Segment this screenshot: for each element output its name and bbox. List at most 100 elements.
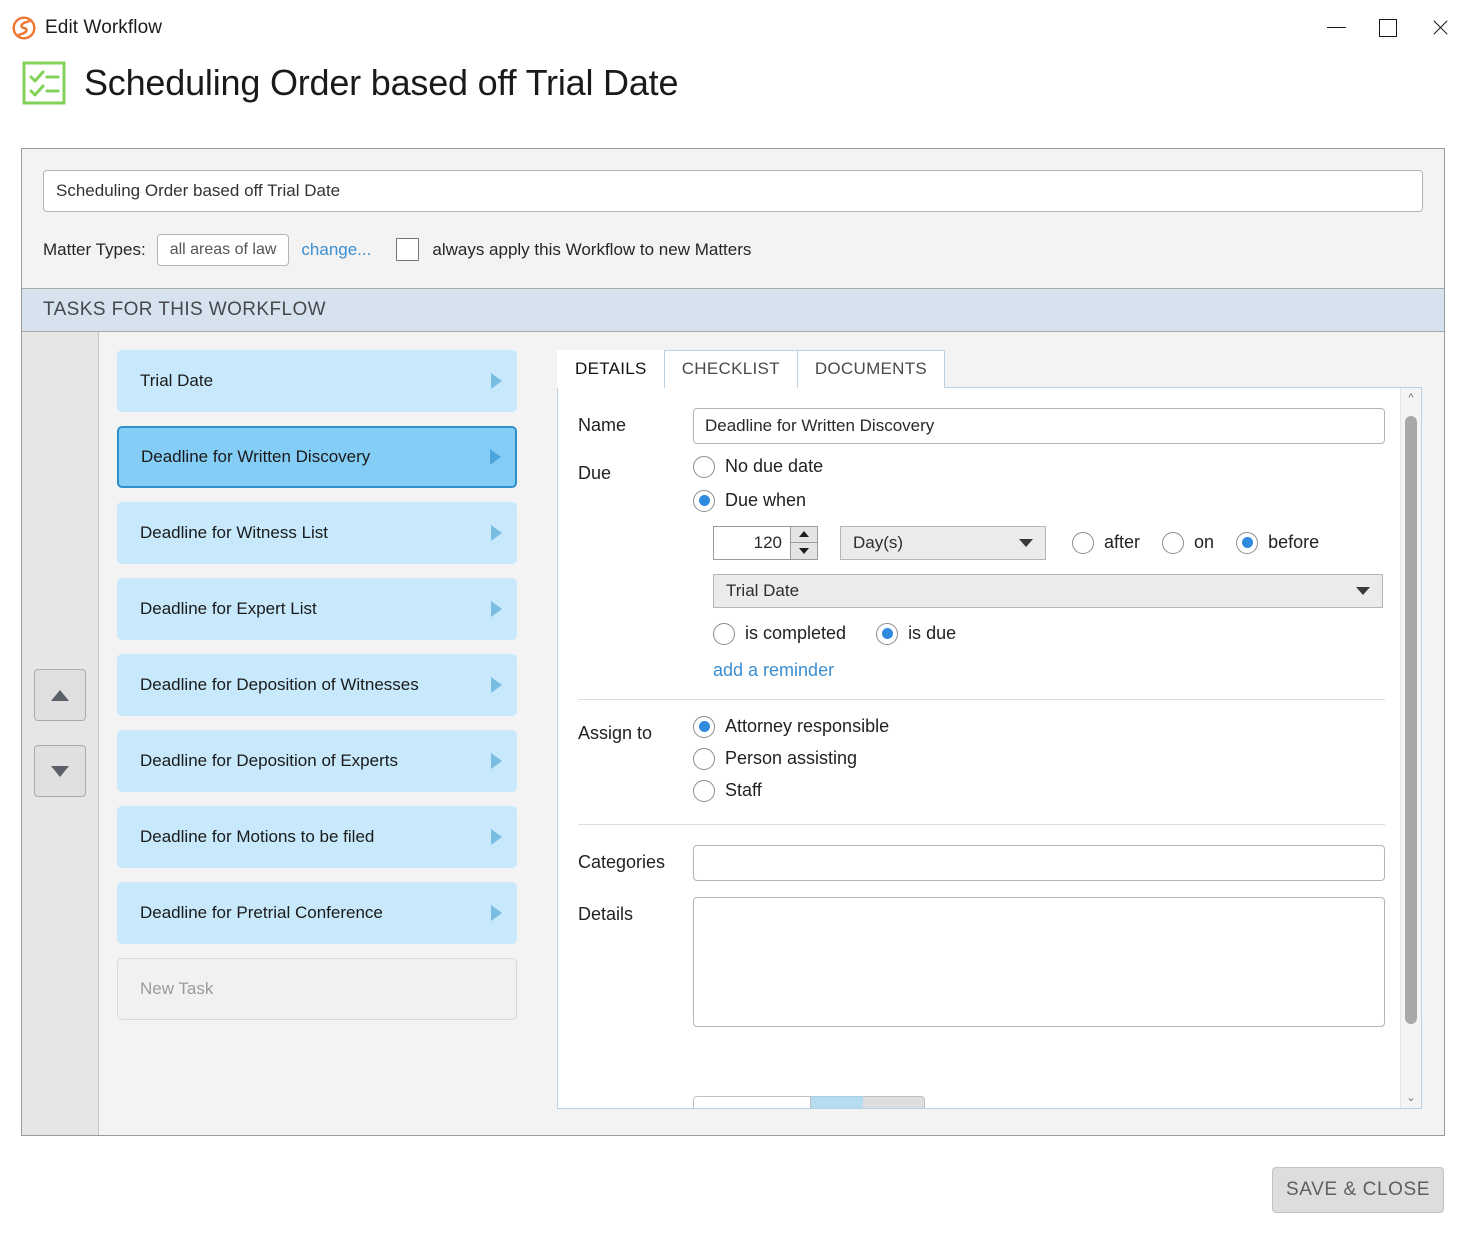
task-reorder-column	[22, 331, 99, 1135]
scroll-down-button[interactable]: ⌄	[1401, 1088, 1421, 1108]
assign-to-row: Assign to Attorney responsible Person ass…	[558, 715, 1421, 802]
due-relation-radio[interactable]	[1236, 531, 1259, 554]
due-state-option[interactable]: is due	[876, 622, 956, 645]
due-when-option[interactable]: Due when	[693, 489, 1385, 512]
maximize-button[interactable]	[1362, 8, 1414, 48]
due-relation-label: before	[1268, 532, 1320, 553]
workflow-name-input[interactable]	[43, 170, 1423, 212]
detail-tabs: DETAILS CHECKLIST DOCUMENTS	[557, 349, 1422, 388]
categories-row: Categories	[558, 844, 1421, 881]
due-when-label: Due when	[725, 490, 807, 511]
assign-to-radio[interactable]	[693, 779, 715, 802]
task-list-item[interactable]: Deadline for Written Discovery	[117, 425, 517, 488]
due-state-radio[interactable]	[713, 622, 735, 645]
due-relation-option[interactable]: before	[1236, 531, 1320, 554]
scroll-up-button[interactable]: ^	[1401, 388, 1421, 408]
due-anchor-select[interactable]: Trial Date	[713, 573, 1383, 608]
tab-documents[interactable]: DOCUMENTS	[796, 349, 946, 388]
no-due-date-label: No due date	[725, 456, 824, 477]
segment-highlighted[interactable]	[811, 1095, 863, 1108]
app-logo-icon	[9, 13, 39, 43]
assign-to-radio[interactable]	[693, 715, 715, 738]
categories-label: Categories	[578, 851, 666, 872]
scrollbar-track[interactable]	[1401, 408, 1421, 1088]
details-textarea[interactable]	[693, 896, 1385, 1027]
tasks-section-header: TASKS FOR THIS WORKFLOW	[22, 287, 1444, 332]
due-unit-select[interactable]: Day(s)	[840, 525, 1046, 560]
chevron-right-icon	[491, 600, 502, 617]
dialog-footer: SAVE & CLOSE	[0, 1140, 1466, 1240]
matter-types-value: all areas of law	[156, 234, 290, 266]
task-name-input[interactable]	[693, 407, 1385, 444]
window-title: Edit Workflow	[45, 16, 163, 38]
add-reminder-link[interactable]: add a reminder	[713, 660, 1385, 681]
due-offset-stepper[interactable]: 120	[713, 525, 818, 560]
due-offset-increment-button[interactable]	[791, 526, 817, 543]
window-title-bar: Edit Workflow	[0, 0, 1466, 55]
segment-last[interactable]	[863, 1095, 925, 1108]
detail-panel-inner: Name Due No due date	[558, 387, 1421, 1108]
due-offset-decrement-button[interactable]	[791, 542, 817, 559]
workflow-editor-frame: Matter Types: all areas of law change...…	[21, 148, 1445, 1136]
task-list-item[interactable]: Deadline for Witness List	[117, 501, 517, 564]
segment-first[interactable]	[693, 1095, 811, 1108]
task-list-item[interactable]: Deadline for Expert List	[117, 577, 517, 640]
tab-details[interactable]: DETAILS	[557, 349, 665, 388]
tasks-section-title: TASKS FOR THIS WORKFLOW	[43, 298, 326, 320]
change-matter-types-link[interactable]: change...	[301, 240, 371, 260]
assign-to-label: Attorney responsible	[725, 716, 890, 737]
assign-to-option[interactable]: Person assisting	[693, 747, 1385, 770]
task-list-item[interactable]: Deadline for Deposition of Experts	[117, 729, 517, 792]
due-state-radio[interactable]	[876, 622, 899, 645]
move-task-down-button[interactable]	[34, 745, 86, 798]
due-when-radio[interactable]	[693, 489, 715, 512]
task-list-item[interactable]: Deadline for Pretrial Conference	[117, 881, 517, 944]
clipped-segmented-control[interactable]	[693, 1095, 925, 1108]
chevron-down-icon	[1356, 586, 1370, 595]
due-relation-radio[interactable]	[1072, 531, 1094, 554]
chevron-right-icon	[491, 904, 502, 921]
chevron-right-icon	[490, 448, 501, 465]
close-button[interactable]	[1414, 8, 1466, 48]
chevron-right-icon	[491, 372, 502, 389]
task-item-label: Deadline for Deposition of Witnesses	[140, 674, 419, 694]
task-list-item[interactable]: Deadline for Deposition of Witnesses	[117, 653, 517, 716]
task-item-label: New Task	[140, 978, 214, 998]
name-label: Name	[578, 414, 627, 435]
matter-types-row: Matter Types: all areas of law change...…	[43, 234, 1423, 288]
categories-input[interactable]	[693, 844, 1385, 881]
assign-to-option[interactable]: Staff	[693, 779, 1385, 802]
assign-to-radio[interactable]	[693, 747, 715, 770]
workflow-form-top: Matter Types: all areas of law change...…	[22, 149, 1444, 288]
move-task-up-button[interactable]	[34, 669, 86, 722]
always-apply-checkbox[interactable]	[396, 238, 420, 262]
chevron-right-icon	[491, 676, 502, 693]
due-anchor-value: Trial Date	[726, 580, 800, 600]
tab-checklist[interactable]: CHECKLIST	[663, 349, 798, 388]
minimize-button[interactable]	[1310, 8, 1362, 48]
maximize-icon	[1379, 18, 1397, 37]
save-and-close-button[interactable]: SAVE & CLOSE	[1272, 1167, 1444, 1213]
task-detail-column: DETAILSCHECKLISTDOCUMENTS Name Due	[539, 332, 1444, 1135]
new-task-button[interactable]: New Task	[117, 957, 517, 1020]
due-relation-radio[interactable]	[1162, 531, 1185, 554]
detail-panel: Name Due No due date	[557, 386, 1422, 1109]
due-state-option[interactable]: is completed	[713, 622, 846, 645]
detail-scrollbar[interactable]: ^ ⌄	[1400, 387, 1421, 1108]
due-relation-option[interactable]: after	[1072, 531, 1140, 554]
checklist-icon	[22, 61, 66, 105]
due-state-group: is completed is due	[713, 622, 1385, 645]
task-list: Trial Date Deadline for Written Discovery…	[99, 331, 539, 1135]
due-relation-option[interactable]: on	[1162, 531, 1214, 554]
assign-to-option[interactable]: Attorney responsible	[693, 715, 1385, 738]
close-icon	[1431, 19, 1449, 37]
no-due-date-radio[interactable]	[693, 455, 715, 478]
details-label: Details	[578, 903, 634, 924]
no-due-date-option[interactable]: No due date	[693, 455, 1385, 478]
name-field-row: Name	[558, 407, 1421, 444]
page-header: Scheduling Order based off Trial Date	[0, 55, 1466, 119]
assign-to-options: Attorney responsible Person assisting Staf…	[693, 715, 1385, 802]
task-list-item[interactable]: Deadline for Motions to be filed	[117, 805, 517, 868]
task-list-item[interactable]: Trial Date	[117, 349, 517, 412]
scrollbar-thumb[interactable]	[1405, 415, 1417, 1024]
